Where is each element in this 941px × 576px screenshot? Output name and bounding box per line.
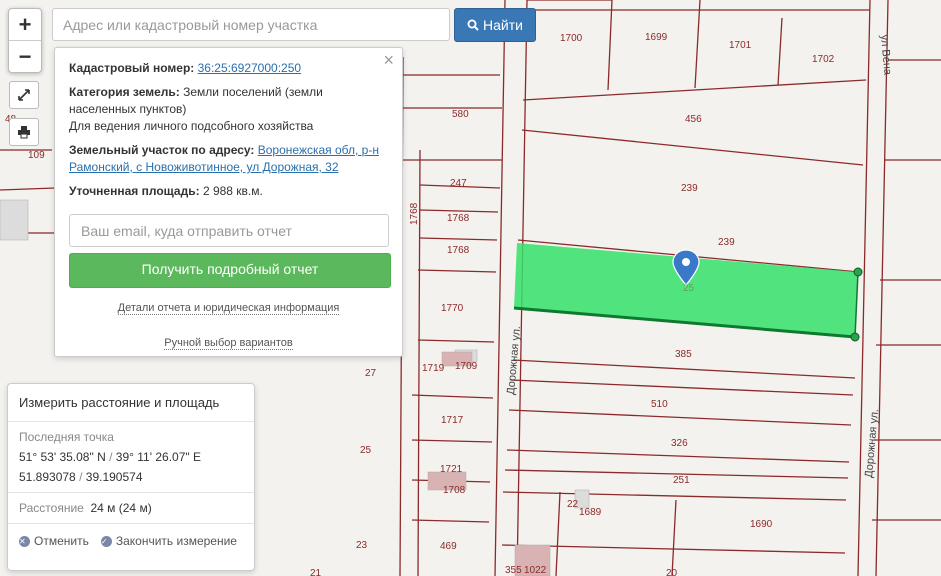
measure-vertex[interactable] xyxy=(850,332,860,342)
finish-measure-button[interactable]: ✓ Закончить измерение xyxy=(100,534,237,548)
parcel-label: 1708 xyxy=(443,485,466,496)
cancel-measure-button[interactable]: ✕ Отменить xyxy=(19,534,89,548)
fullscreen-button[interactable] xyxy=(9,81,39,109)
parcel-label: 456 xyxy=(685,114,702,125)
zoom-out-button[interactable]: − xyxy=(9,40,41,72)
measure-vertex[interactable] xyxy=(853,267,863,277)
parcel-label: 1768 xyxy=(409,202,420,225)
last-point-lon-dms: 39° 11' 26.07" E xyxy=(115,450,201,464)
parcel-label: 239 xyxy=(681,183,698,194)
measure-panel: Измерить расстояние и площадь Последняя … xyxy=(7,383,255,571)
land-category-label: Категория земель: xyxy=(69,85,180,99)
cadastral-number-link[interactable]: 36:25:6927000:250 xyxy=(198,61,301,75)
zoom-in-button[interactable]: + xyxy=(9,9,41,40)
measure-title: Измерить расстояние и площадь xyxy=(8,384,254,422)
print-icon xyxy=(18,126,30,139)
parcel-label: 20 xyxy=(666,568,678,576)
parcel-label: 355 xyxy=(505,565,522,576)
parcel-label: 27 xyxy=(365,368,377,379)
email-field[interactable] xyxy=(69,214,389,247)
zoom-control: + − xyxy=(8,8,42,73)
parcel-label: 251 xyxy=(673,475,690,486)
parcel-label: 1770 xyxy=(441,303,464,314)
distance-value: 24 м (24 м) xyxy=(90,501,152,515)
get-report-button[interactable]: Получить подробный отчет xyxy=(69,253,391,288)
parcel-label: 1768 xyxy=(447,245,470,256)
manual-selection-link[interactable]: Ручной выбор вариантов xyxy=(164,337,293,350)
expand-icon xyxy=(18,89,30,101)
parcel-label: 1699 xyxy=(645,32,668,43)
parcel-label: 25 xyxy=(360,445,372,456)
report-details-link[interactable]: Детали отчета и юридическая информация xyxy=(117,302,340,315)
last-point-label: Последняя точка xyxy=(19,430,114,444)
search-button[interactable]: Найти xyxy=(454,8,536,42)
parcel-label: 25 xyxy=(683,283,695,294)
parcel-label: 1721 xyxy=(440,464,463,475)
parcel-label: 510 xyxy=(651,399,668,410)
parcel-label: 1689 xyxy=(579,507,602,518)
search-input[interactable] xyxy=(52,8,450,41)
parcel-label: 1709 xyxy=(455,361,478,372)
area-label: Уточненная площадь: xyxy=(69,184,200,198)
parcel-label: 1768 xyxy=(447,213,470,224)
parcel-label: 326 xyxy=(671,438,688,449)
parcel-label: 1022 xyxy=(524,565,547,576)
cadastral-number-label: Кадастровый номер: xyxy=(69,61,195,75)
distance-label: Расстояние xyxy=(19,501,84,515)
search-button-label: Найти xyxy=(483,17,523,33)
parcel-label: 23 xyxy=(356,540,368,551)
parcel-label: 1701 xyxy=(729,40,752,51)
x-circle-icon: ✕ xyxy=(19,535,30,547)
check-circle-icon: ✓ xyxy=(100,535,112,547)
parcel-label: 1690 xyxy=(750,519,773,530)
parcel-label: 22 xyxy=(567,499,579,510)
separator: / xyxy=(79,470,83,484)
land-usage-value: Для ведения личного подсобного хозяйства xyxy=(69,119,314,133)
parcel-label: 109 xyxy=(28,150,45,161)
parcel-info-panel: × Кадастровый номер: 36:25:6927000:250 К… xyxy=(54,47,403,357)
parcel-label: 21 xyxy=(310,568,322,576)
parcel-label: 1719 xyxy=(422,363,445,374)
address-label: Земельный участок по адресу: xyxy=(69,143,255,157)
parcel-label: 1702 xyxy=(812,54,835,65)
last-point-lat-decimal: 51.893078 xyxy=(19,470,76,484)
separator: / xyxy=(109,450,113,464)
search-icon xyxy=(467,19,479,31)
parcel-label: 247 xyxy=(450,178,467,189)
print-button[interactable] xyxy=(9,118,39,146)
parcel-label: 385 xyxy=(675,349,692,360)
close-icon[interactable]: × xyxy=(383,51,394,69)
parcel-label: 1700 xyxy=(560,33,583,44)
last-point-lat-dms: 51° 53' 35.08" N xyxy=(19,450,106,464)
parcel-label: 469 xyxy=(440,541,457,552)
parcel-label: 580 xyxy=(452,109,469,120)
finish-measure-label: Закончить измерение xyxy=(115,534,237,548)
last-point-lon-decimal: 39.190574 xyxy=(85,470,143,484)
parcel-label: 1717 xyxy=(441,415,464,426)
area-value: 2 988 кв.м. xyxy=(202,184,263,198)
parcel-label: 239 xyxy=(718,237,735,248)
cancel-measure-label: Отменить xyxy=(34,534,89,548)
